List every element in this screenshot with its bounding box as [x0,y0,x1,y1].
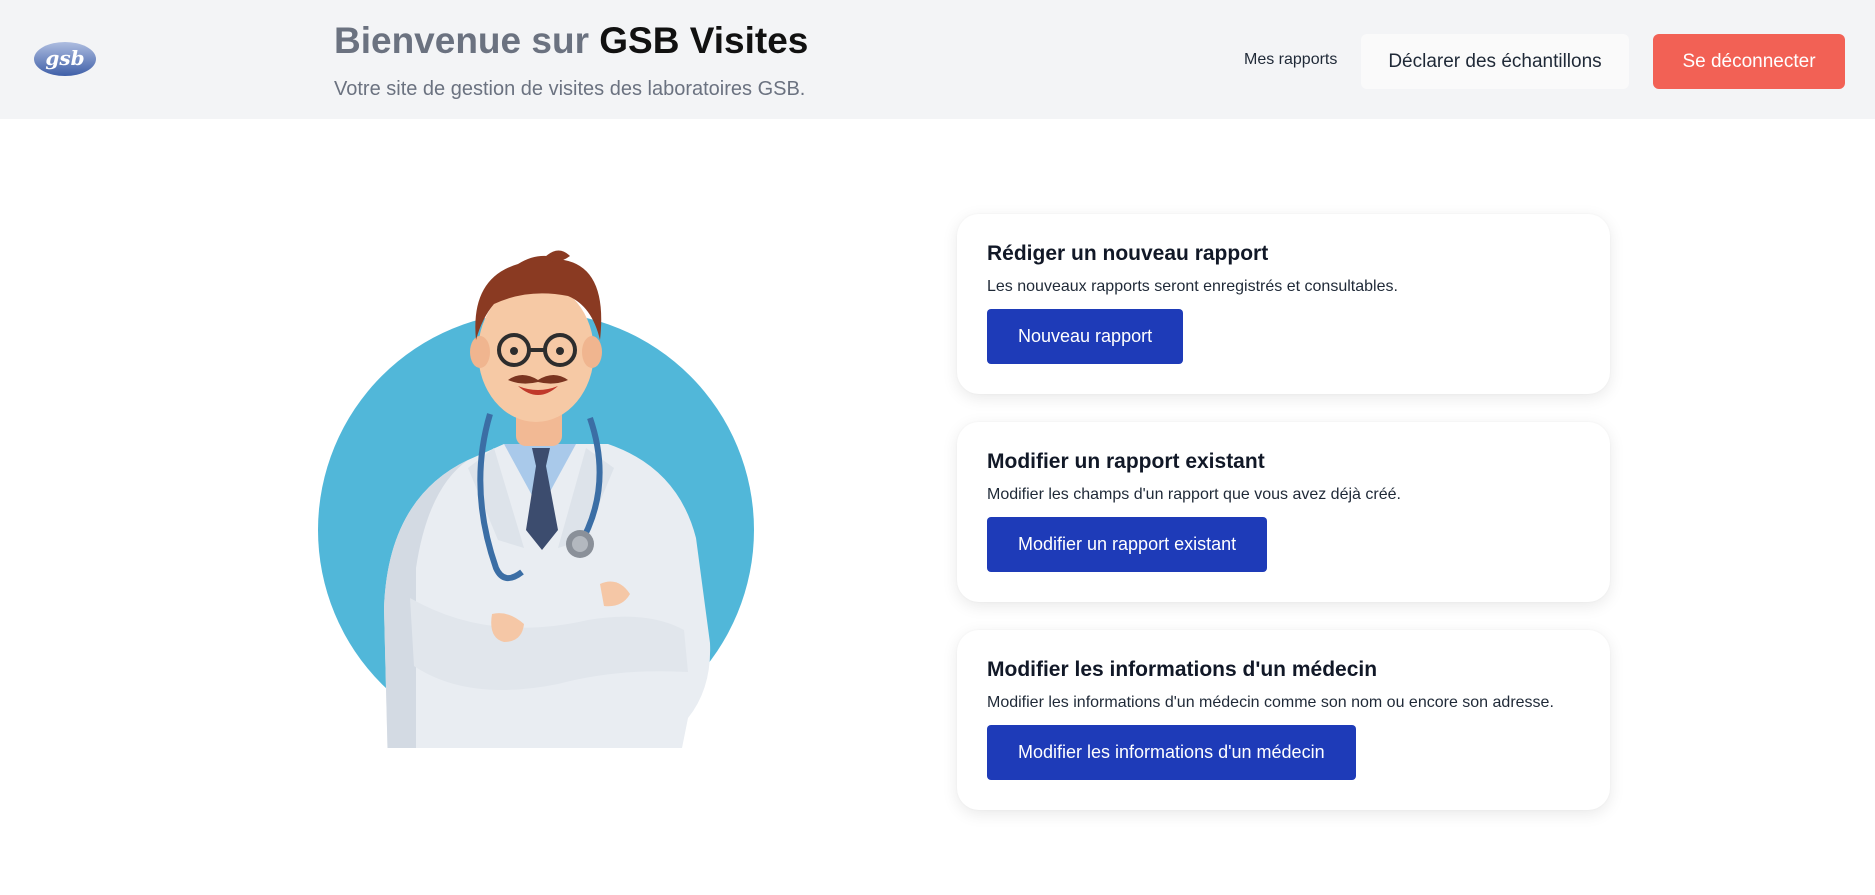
card-edit-doctor: Modifier les informations d'un médecin M… [957,630,1610,810]
edit-doctor-button[interactable]: Modifier les informations d'un médecin [987,725,1356,780]
card-description: Modifier les informations d'un médecin c… [987,694,1554,711]
card-title: Rédiger un nouveau rapport [987,242,1269,265]
doctor-illustration [318,250,754,748]
declare-samples-button[interactable]: Déclarer des échantillons [1361,34,1629,89]
page-title: Bienvenue sur GSB Visites [334,18,808,64]
gsb-logo[interactable]: gsb [33,38,97,80]
card-title: Modifier un rapport existant [987,450,1265,473]
card-new-report: Rédiger un nouveau rapport Les nouveaux … [957,214,1610,394]
logout-button[interactable]: Se déconnecter [1653,34,1845,89]
site-header: gsb Bienvenue sur GSB Visites Votre site… [0,0,1875,119]
card-title: Modifier les informations d'un médecin [987,658,1378,681]
title-prefix: Bienvenue sur [334,20,600,61]
nav-my-reports-link[interactable]: Mes rapports [1244,51,1337,69]
card-description: Modifier les champs d'un rapport que vou… [987,486,1401,503]
title-brand: GSB Visites [599,20,809,61]
logo-text: gsb [45,46,84,70]
page-subtitle: Votre site de gestion de visites des lab… [334,78,806,100]
new-report-button[interactable]: Nouveau rapport [987,309,1184,364]
edit-report-button[interactable]: Modifier un rapport existant [987,517,1268,572]
card-description: Les nouveaux rapports seront enregistrés… [987,278,1398,295]
card-edit-report: Modifier un rapport existant Modifier le… [957,422,1610,602]
